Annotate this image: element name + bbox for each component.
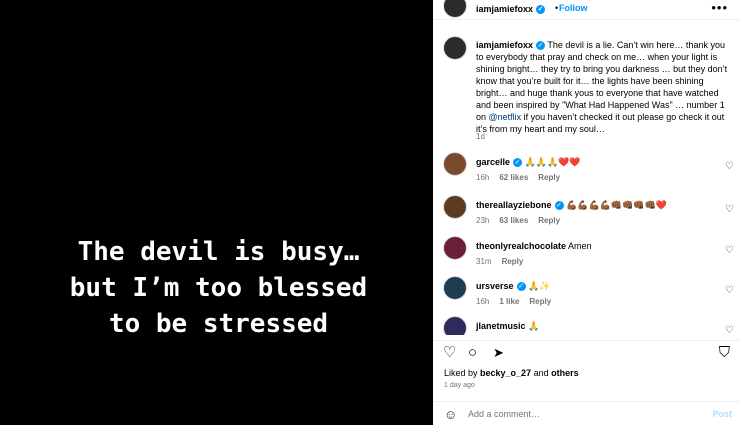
commenter-avatar[interactable] (443, 236, 467, 260)
caption-avatar[interactable] (443, 36, 467, 60)
add-comment-bar: ☺ Post (433, 401, 740, 425)
reply-button[interactable]: Reply (538, 216, 560, 225)
post-actions: ♡ ○ ➤ ⛉ (433, 340, 740, 362)
comment-input[interactable] (468, 407, 698, 421)
comment-likes[interactable]: 63 likes (499, 216, 528, 225)
comment-time[interactable]: 31m (476, 257, 492, 266)
comments-scroll[interactable]: iamjamiefoxx ✓ The devil is a lie. Can’t … (433, 30, 740, 335)
mention-link[interactable]: @netflix (489, 112, 522, 122)
commenter-avatar[interactable] (443, 152, 467, 176)
more-options-icon[interactable]: ••• (711, 0, 728, 15)
like-comment-icon[interactable]: ♡ (725, 245, 734, 256)
comment-item: thereallayziebone ✓ 💪🏾💪🏾💪🏾💪🏾👊🏾👊🏾👊🏾👊🏾❤️ 23… (433, 195, 740, 235)
comment-text: 🙏🙏🙏❤️❤️ (524, 157, 581, 167)
comment-text: 🙏 (528, 321, 540, 331)
comment-icon[interactable]: ○ (468, 345, 477, 360)
author-username[interactable]: iamjamiefoxx ✓ (476, 4, 546, 15)
like-comment-icon[interactable]: ♡ (725, 285, 734, 296)
like-comment-icon[interactable]: ♡ (725, 204, 734, 215)
comment-item: garcelle ✓ 🙏🙏🙏❤️❤️ 16h 62 likes Reply ♡ (433, 152, 740, 192)
comment-likes[interactable]: 1 like (499, 297, 519, 306)
comment-time[interactable]: 16h (476, 297, 489, 306)
post-media[interactable]: The devil is busy… but I’m too blessed t… (0, 0, 433, 425)
verified-icon: ✓ (536, 5, 546, 15)
commenter-username[interactable]: jlanetmusic (476, 321, 526, 331)
separator-dot: • (555, 3, 559, 13)
post-date[interactable]: 1 day ago (444, 382, 475, 389)
bookmark-icon[interactable]: ⛉ (719, 345, 730, 360)
caption-username[interactable]: iamjamiefoxx (476, 40, 533, 50)
media-text: The devil is busy… but I’m too blessed t… (69, 237, 368, 339)
reply-button[interactable]: Reply (529, 297, 551, 306)
commenter-username[interactable]: thereallayziebone (476, 200, 552, 210)
comment-time[interactable]: 23h (476, 216, 489, 225)
post-header: iamjamiefoxx ✓ • Follow ••• (433, 0, 740, 20)
caption-time[interactable]: 1d (476, 132, 485, 141)
share-icon[interactable]: ➤ (493, 345, 504, 360)
like-comment-icon[interactable]: ♡ (725, 325, 734, 335)
others-link[interactable]: others (551, 368, 579, 378)
post-button[interactable]: Post (712, 409, 732, 419)
post-detail-panel: iamjamiefoxx ✓ • Follow ••• iamjamiefoxx ✓… (433, 0, 740, 425)
reply-button[interactable]: Reply (502, 257, 524, 266)
comment-text: 💪🏾💪🏾💪🏾💪🏾👊🏾👊🏾👊🏾👊🏾❤️ (566, 200, 667, 210)
comment-item: theonlyrealchocolate Amen 31m Reply ♡ (433, 236, 740, 276)
commenter-username[interactable]: ursverse (476, 281, 514, 291)
like-icon[interactable]: ♡ (443, 345, 456, 360)
author-avatar[interactable] (443, 0, 467, 18)
commenter-avatar[interactable] (443, 316, 467, 335)
comment-item: ursverse ✓ 🙏✨ 16h 1 like Reply ♡ (433, 276, 740, 316)
commenter-username[interactable]: theonlyrealchocolate (476, 241, 566, 251)
verified-icon: ✓ (513, 158, 523, 168)
commenter-avatar[interactable] (443, 276, 467, 300)
comment-text: Amen (568, 241, 592, 251)
commenter-avatar[interactable] (443, 195, 467, 219)
liked-by-user[interactable]: becky_o_27 (480, 368, 531, 378)
comment-text: 🙏✨ (528, 281, 551, 291)
reply-button[interactable]: Reply (538, 173, 560, 182)
commenter-username[interactable]: garcelle (476, 157, 510, 167)
comment-time[interactable]: 16h (476, 173, 489, 182)
follow-button[interactable]: Follow (559, 3, 588, 13)
like-comment-icon[interactable]: ♡ (725, 161, 734, 172)
emoji-icon[interactable]: ☺ (444, 407, 457, 422)
likes-summary: Liked by becky_o_27 and others (444, 368, 579, 378)
verified-icon: ✓ (536, 41, 546, 51)
verified-icon: ✓ (516, 282, 526, 292)
caption-text: iamjamiefoxx ✓ The devil is a lie. Can’t … (476, 40, 728, 134)
comment-item: jlanetmusic 🙏 ♡ (433, 316, 740, 335)
comment-likes[interactable]: 62 likes (499, 173, 528, 182)
media-image: The devil is busy… but I’m too blessed t… (4, 72, 433, 350)
verified-icon: ✓ (554, 201, 564, 211)
